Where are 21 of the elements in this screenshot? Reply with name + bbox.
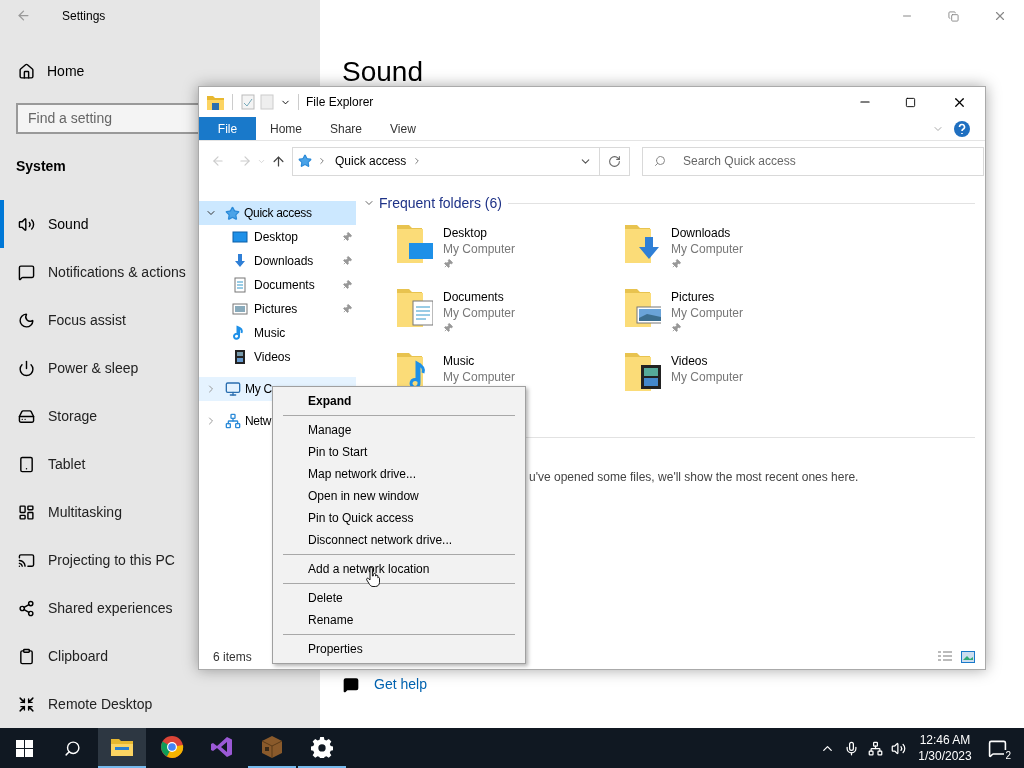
folder-location: My Computer	[443, 369, 516, 385]
window-title: File Explorer	[306, 94, 374, 111]
folder-name: Videos	[671, 353, 709, 369]
recent-note: u've opened some files, we'll show the most recent ones here.	[529, 469, 859, 486]
folder-location: My Computer	[443, 305, 516, 321]
home-label: Home	[47, 61, 85, 81]
folder-name: Documents	[443, 289, 505, 305]
folder-location: My Computer	[671, 305, 744, 321]
folder-location: My Computer	[443, 241, 516, 257]
folder-name: Music	[443, 353, 476, 369]
section-heading: System	[16, 157, 66, 176]
section-heading: Frequent folders (6)	[379, 193, 502, 213]
folder-location: My Computer	[671, 241, 744, 257]
notification-count: 2	[1004, 749, 1012, 761]
window-title: Settings	[62, 7, 106, 25]
folder-location: My Computer	[671, 369, 744, 385]
folder-name: Desktop	[443, 225, 489, 241]
folder-name: Pictures	[671, 289, 716, 305]
folder-name: Downloads	[671, 225, 732, 241]
page-title: Sound	[342, 55, 424, 89]
status-text: 6 items	[213, 649, 252, 666]
